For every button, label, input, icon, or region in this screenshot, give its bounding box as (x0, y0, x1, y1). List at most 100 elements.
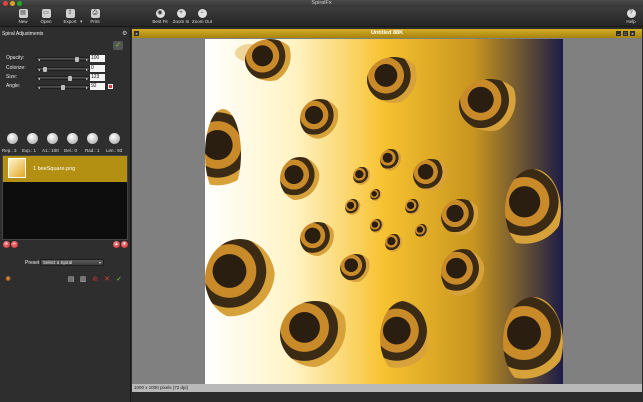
window-titlebar: SpiralFx (0, 0, 643, 7)
chevron-left-icon[interactable]: ◂ (38, 67, 40, 72)
save-preset-icon[interactable]: ▤ (67, 276, 75, 284)
revert-icon[interactable]: ⊘ (91, 276, 99, 284)
a1-knob[interactable] (47, 133, 58, 144)
best-fit-icon: ◉ (155, 9, 165, 18)
bee-shape (441, 199, 481, 235)
print-button[interactable]: ⎙ Print (82, 9, 108, 24)
gear-icon[interactable]: ⚙ (122, 30, 127, 37)
chevron-left-icon[interactable]: ◂ (38, 85, 40, 90)
opacity-value-field[interactable]: 100 (90, 55, 105, 62)
bee-shape (385, 234, 403, 252)
bee-shape (505, 169, 561, 251)
opacity-label: Opacity: (6, 55, 25, 61)
move-up-button[interactable]: ▴ (113, 241, 120, 248)
chevron-left-icon[interactable]: ◂ (38, 76, 40, 81)
open-label: Open (40, 19, 52, 24)
help-button[interactable]: ? Help (618, 9, 643, 24)
bee-shape (205, 239, 275, 319)
settings-icon[interactable]: ✺ (4, 276, 12, 284)
new-document-icon: ▤ (18, 9, 28, 18)
zoom-out-button[interactable]: − Zoom Out (189, 9, 215, 24)
document-maximize-icon[interactable]: □ (623, 31, 628, 36)
apply-check-button[interactable]: ✓ (113, 41, 123, 50)
load-preset-icon[interactable]: ▥ (79, 276, 87, 284)
delay-label: Del.: 0 (64, 148, 78, 153)
preset-label: Preset: (25, 260, 41, 266)
bottom-strip (132, 392, 643, 402)
angle-value-field[interactable]: 92 (90, 83, 105, 90)
zoom-in-icon: + (176, 9, 186, 18)
preset-selected-value: Select a Spiral (43, 260, 73, 265)
chevron-left-icon[interactable]: ◂ (38, 57, 40, 62)
delay-knob[interactable] (67, 133, 78, 144)
exponent-label: Exp.: 1 (22, 148, 37, 153)
remove-layer-button[interactable]: − (11, 241, 18, 248)
zoom-out-icon: − (197, 9, 207, 18)
colorize-label: Colorize: (6, 65, 26, 71)
close-window-button[interactable] (3, 1, 8, 6)
panel-title: Spiral Adjustments (2, 31, 44, 37)
bee-shape (353, 167, 371, 185)
minimize-window-button[interactable] (10, 1, 15, 6)
layer-list: 1 beeSquare.png (2, 155, 128, 240)
chevron-right-icon[interactable]: ▸ (86, 57, 88, 62)
new-label: New (18, 19, 28, 24)
opacity-slider[interactable]: ◂ ▸ (36, 57, 90, 62)
best-fit-label: Best Fit (152, 19, 168, 24)
size-value-field[interactable]: 123 (90, 74, 105, 81)
bee-shape (340, 254, 372, 282)
colorize-slider-row: Colorize: ◂ ▸ 0 (6, 65, 126, 72)
move-down-button[interactable]: ▾ (121, 241, 128, 248)
printer-icon: ⎙ (90, 9, 100, 18)
chevron-right-icon[interactable]: ▸ (86, 85, 88, 90)
document-close-icon[interactable]: × (134, 31, 139, 36)
status-bar: 1000 x 1000 pixels (72 dpi) (132, 384, 642, 392)
bee-shape (280, 157, 320, 201)
bee-shape (380, 301, 428, 375)
angle-slider-knob[interactable] (61, 85, 65, 90)
bee-shape (441, 249, 485, 297)
bee-shape (205, 109, 241, 199)
bee-shape (413, 159, 449, 191)
color-swatch-button[interactable] (108, 84, 113, 89)
zoom-in-label: Zoom In (172, 19, 190, 24)
bee-shape (370, 189, 382, 201)
zoom-window-button[interactable] (17, 1, 22, 6)
repetitions-knob[interactable] (7, 133, 18, 144)
bee-shape (405, 199, 421, 215)
open-button[interactable]: ▭ Open (33, 9, 59, 24)
bee-shape (280, 301, 350, 367)
colorize-value-field[interactable]: 0 (90, 65, 105, 72)
preset-select[interactable]: Select a Spiral ▾ (40, 259, 104, 266)
document-minimize-icon[interactable]: – (616, 31, 621, 36)
spiral-adjustments-panel: Spiral Adjustments ⚙ ✓ Opacity: ◂ ▸ 100 … (0, 28, 131, 402)
toolbar: ▤ New ▭ Open ⇪ Export ▾ ⎙ Print ◉ Best F… (0, 7, 643, 27)
folder-icon: ▭ (41, 9, 51, 18)
exponent-knob[interactable] (27, 133, 38, 144)
chevron-down-icon: ▾ (98, 260, 101, 265)
chevron-right-icon[interactable]: ▸ (86, 67, 88, 72)
zoom-out-label: Zoom Out (191, 19, 212, 24)
spiral-image-canvas[interactable] (205, 39, 563, 385)
opacity-slider-knob[interactable] (75, 57, 80, 62)
bee-shape (459, 79, 521, 131)
delete-icon[interactable]: ✕ (103, 276, 111, 284)
bee-shape (415, 224, 429, 238)
size-slider[interactable]: ◂ ▸ (36, 76, 90, 81)
colorize-slider[interactable]: ◂ ▸ (36, 67, 90, 72)
bee-shape (367, 57, 421, 103)
export-label: Export (63, 19, 77, 24)
list-item[interactable]: 1 beeSquare.png (3, 156, 127, 182)
colorize-slider-knob[interactable] (43, 67, 47, 72)
length-knob[interactable] (109, 133, 120, 144)
checkmark-icon[interactable]: ✓ (115, 276, 123, 284)
a1-label: A1.: 100 (42, 148, 59, 153)
size-slider-row: Size: ◂ ▸ 123 (6, 74, 126, 81)
radius-knob[interactable] (87, 133, 98, 144)
angle-slider[interactable]: ◂ ▸ (36, 85, 90, 90)
add-layer-button[interactable]: + (3, 241, 10, 248)
document-close-icon[interactable]: × (630, 31, 635, 36)
size-slider-knob[interactable] (68, 76, 73, 81)
print-label: Print (90, 19, 100, 24)
chevron-right-icon[interactable]: ▸ (86, 76, 88, 81)
